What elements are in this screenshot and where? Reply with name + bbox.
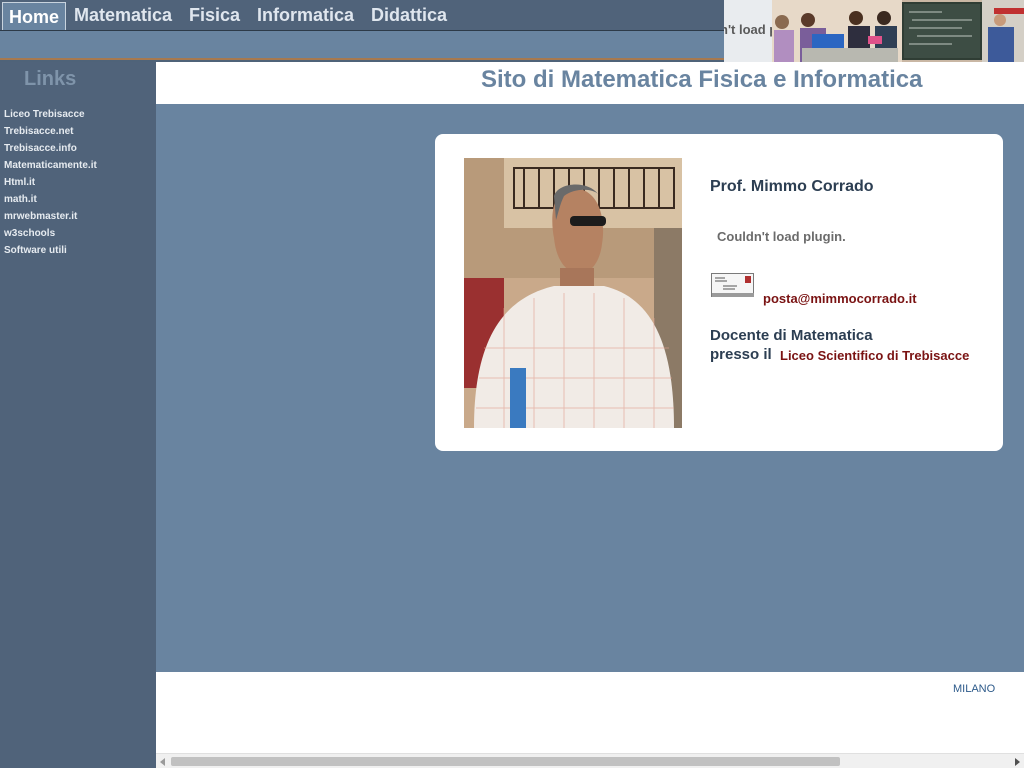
main-content: Prof. Mimmo Corrado Couldn't load plugin… bbox=[156, 104, 1024, 672]
triangle-left-icon[interactable] bbox=[158, 757, 168, 767]
triangle-right-icon[interactable] bbox=[1012, 757, 1022, 767]
sidebar-link-matematicamente[interactable]: Matematicamente.it bbox=[4, 160, 97, 171]
sidebar-link-software-utili[interactable]: Software utili bbox=[4, 245, 67, 256]
email-link[interactable]: posta@mimmocorrado.it bbox=[763, 291, 917, 306]
sidebar-link-w3schools[interactable]: w3schools bbox=[4, 228, 55, 239]
profile-card: Prof. Mimmo Corrado Couldn't load plugin… bbox=[435, 134, 1003, 451]
footer-city-link[interactable]: MILANO bbox=[953, 683, 995, 695]
nav-item-matematica[interactable]: Matematica bbox=[74, 0, 172, 31]
sidebar-title: Links bbox=[24, 68, 77, 90]
nav-item-fisica[interactable]: Fisica bbox=[189, 0, 240, 31]
professor-name: Prof. Mimmo Corrado bbox=[710, 178, 874, 195]
sidebar-link-mrwebmaster[interactable]: mrwebmaster.it bbox=[4, 211, 77, 222]
banner-plugin-text: n't load p bbox=[724, 22, 778, 37]
profile-photo bbox=[464, 158, 682, 428]
envelope-icon[interactable] bbox=[711, 273, 754, 297]
top-nav-bar: Home Matematica Fisica Informatica Didat… bbox=[0, 0, 724, 62]
school-link[interactable]: Liceo Scientifico di Trebisacce bbox=[780, 348, 969, 363]
sidebar-link-trebisacce-net[interactable]: Trebisacce.net bbox=[4, 126, 73, 137]
horizontal-scrollbar[interactable] bbox=[156, 753, 1024, 768]
nav-item-didattica[interactable]: Didattica bbox=[371, 0, 447, 31]
sidebar-link-liceo-trebisacce[interactable]: Liceo Trebisacce bbox=[4, 109, 85, 120]
scrollbar-thumb[interactable] bbox=[171, 757, 840, 766]
sidebar-link-math-it[interactable]: math.it bbox=[4, 194, 37, 205]
sidebar: Links Liceo Trebisacce Trebisacce.net Tr… bbox=[0, 62, 156, 768]
sidebar-link-html-it[interactable]: Html.it bbox=[4, 177, 35, 188]
header-banner: n't load p bbox=[724, 0, 1024, 62]
nav-item-informatica[interactable]: Informatica bbox=[257, 0, 354, 31]
page-title: Sito di Matematica Fisica e Informatica bbox=[481, 66, 923, 93]
sidebar-link-trebisacce-info[interactable]: Trebisacce.info bbox=[4, 143, 77, 154]
teacher-location-prefix: presso il bbox=[710, 346, 772, 363]
teacher-role: Docente di Matematica bbox=[710, 327, 873, 344]
footer: MILANO bbox=[156, 672, 1024, 753]
nav-strip: Home Matematica Fisica Informatica Didat… bbox=[0, 0, 724, 31]
classroom-banner-image bbox=[772, 0, 1024, 62]
page-header: Sito di Matematica Fisica e Informatica bbox=[156, 62, 1024, 104]
plugin-error-message: Couldn't load plugin. bbox=[717, 229, 846, 244]
nav-item-home[interactable]: Home bbox=[2, 2, 67, 30]
